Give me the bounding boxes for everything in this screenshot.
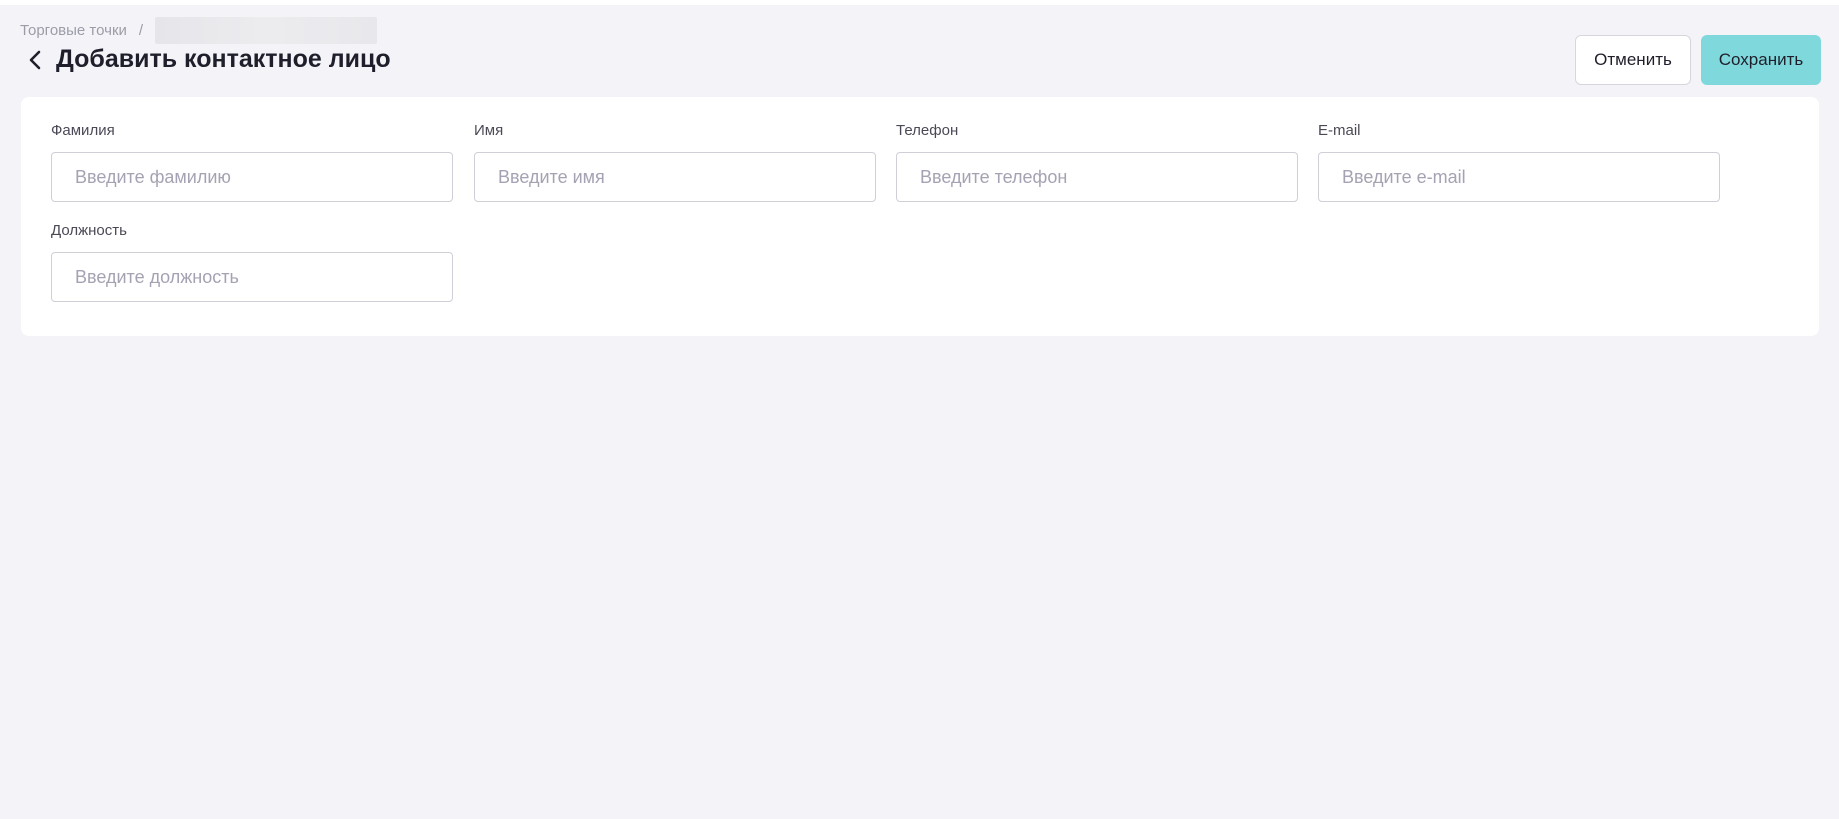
position-input[interactable]	[51, 252, 453, 302]
last-name-field: Фамилия	[51, 121, 453, 202]
last-name-label: Фамилия	[51, 122, 115, 139]
breadcrumb: Торговые точки /	[20, 16, 378, 44]
last-name-input[interactable]	[51, 152, 453, 202]
email-input[interactable]	[1318, 152, 1720, 202]
contact-form-card: Фамилия Имя Телефон E-mail Должность	[21, 97, 1819, 336]
first-name-field: Имя	[474, 121, 876, 202]
position-label: Должность	[51, 222, 127, 239]
chevron-left-icon[interactable]	[24, 46, 46, 74]
position-field: Должность	[51, 221, 453, 302]
header-actions: Отменить Сохранить	[1575, 35, 1821, 85]
breadcrumb-separator: /	[138, 21, 144, 39]
phone-label: Телефон	[896, 122, 959, 139]
first-name-input[interactable]	[474, 152, 876, 202]
page: Торговые точки / Добавить контактное лиц…	[0, 5, 1839, 819]
first-name-label: Имя	[474, 122, 504, 139]
save-button[interactable]: Сохранить	[1701, 35, 1821, 85]
phone-field: Телефон	[896, 121, 1298, 202]
breadcrumb-current-redacted	[155, 17, 378, 44]
email-field: E-mail	[1318, 121, 1720, 202]
phone-input[interactable]	[896, 152, 1298, 202]
cancel-button[interactable]: Отменить	[1575, 35, 1691, 85]
breadcrumb-link-outlets[interactable]: Торговые точки	[20, 22, 127, 39]
page-header: Добавить контактное лицо	[24, 45, 391, 74]
page-title: Добавить контактное лицо	[56, 45, 391, 73]
email-label: E-mail	[1318, 122, 1361, 139]
